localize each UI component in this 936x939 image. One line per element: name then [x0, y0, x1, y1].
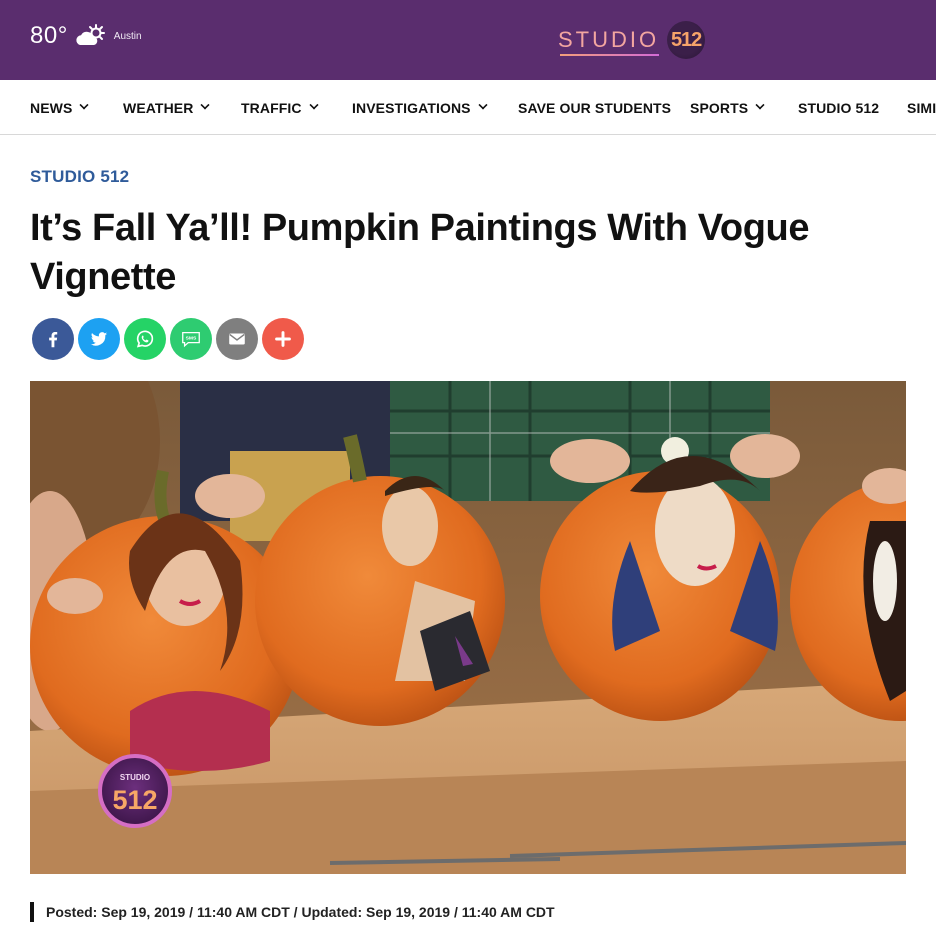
section-label[interactable]: STUDIO 512 — [30, 167, 129, 187]
nav-item-save-our-students[interactable]: SAVE OUR STUDENTS — [518, 80, 672, 134]
nav-item-sports[interactable]: SPORTS — [690, 80, 765, 134]
nav-item-label: SIMI — [907, 99, 936, 116]
weather-city: Austin — [113, 30, 142, 42]
nav-item-studio-512[interactable]: STUDIO 512 — [798, 80, 880, 134]
whatsapp-icon — [136, 330, 154, 348]
plus-icon — [275, 331, 291, 347]
twitter-icon — [90, 332, 108, 346]
logo-number: 512 — [670, 28, 702, 51]
pumpkin-paintings-photo: STUDIO 512 — [30, 381, 906, 874]
nav-item-investigations[interactable]: INVESTIGATIONS — [352, 80, 488, 134]
posted-updated-meta: Posted: Sep 19, 2019 / 11:40 AM CDT / Up… — [30, 902, 555, 922]
nav-item-weather[interactable]: WEATHER — [123, 80, 210, 134]
posted-text: Posted: Sep 19, 2019 / 11:40 AM CDT / Up… — [46, 904, 555, 920]
site-header: 80° Austin STUDIO 512 — [0, 0, 936, 80]
share-sms-button[interactable]: SMS — [170, 318, 212, 360]
nav-item-label: SAVE OUR STUDENTS — [518, 99, 672, 116]
share-whatsapp-button[interactable] — [124, 318, 166, 360]
nav-item-label: NEWS — [30, 99, 73, 116]
nav-item-label: INVESTIGATIONS — [352, 99, 471, 116]
article-title: It’s Fall Ya’ll! Pumpkin Paintings With … — [30, 207, 810, 298]
logo-text: STUDIO — [558, 27, 660, 56]
chevron-down-icon — [478, 100, 488, 110]
nav-item-label: TRAFFIC — [241, 99, 302, 116]
share-email-button[interactable] — [216, 318, 258, 360]
chevron-down-icon — [755, 100, 765, 110]
nav-item-news[interactable]: NEWS — [30, 80, 89, 134]
partly-sunny-icon — [76, 24, 105, 45]
nav-item-traffic[interactable]: TRAFFIC — [241, 80, 319, 134]
sms-label: SMS — [186, 336, 197, 342]
facebook-icon — [49, 331, 58, 348]
sms-icon: SMS — [182, 331, 200, 348]
share-bar: SMS — [32, 318, 308, 360]
chevron-down-icon — [309, 100, 319, 110]
watermark-studio: STUDIO — [120, 773, 150, 782]
share-twitter-button[interactable] — [78, 318, 120, 360]
main-nav: NEWS WEATHER TRAFFIC INVESTIGATIONS SAVE… — [0, 80, 936, 135]
watermark-number: 512 — [112, 785, 157, 815]
email-icon — [229, 333, 245, 345]
share-facebook-button[interactable] — [32, 318, 74, 360]
weather-widget[interactable]: 80° Austin — [30, 22, 142, 50]
share-more-button[interactable] — [262, 318, 304, 360]
logo-badge: 512 — [667, 21, 706, 59]
temperature: 80° — [30, 22, 68, 49]
hero-image[interactable]: STUDIO 512 — [30, 381, 906, 874]
nav-item-label: WEATHER — [123, 99, 194, 116]
nav-item-label: SPORTS — [690, 99, 749, 116]
chevron-down-icon — [200, 100, 210, 110]
nav-item-simi[interactable]: SIMI — [907, 80, 936, 134]
nav-item-label: STUDIO 512 — [798, 99, 880, 116]
chevron-down-icon — [79, 100, 89, 110]
studio-512-logo[interactable]: STUDIO 512 — [558, 20, 706, 60]
